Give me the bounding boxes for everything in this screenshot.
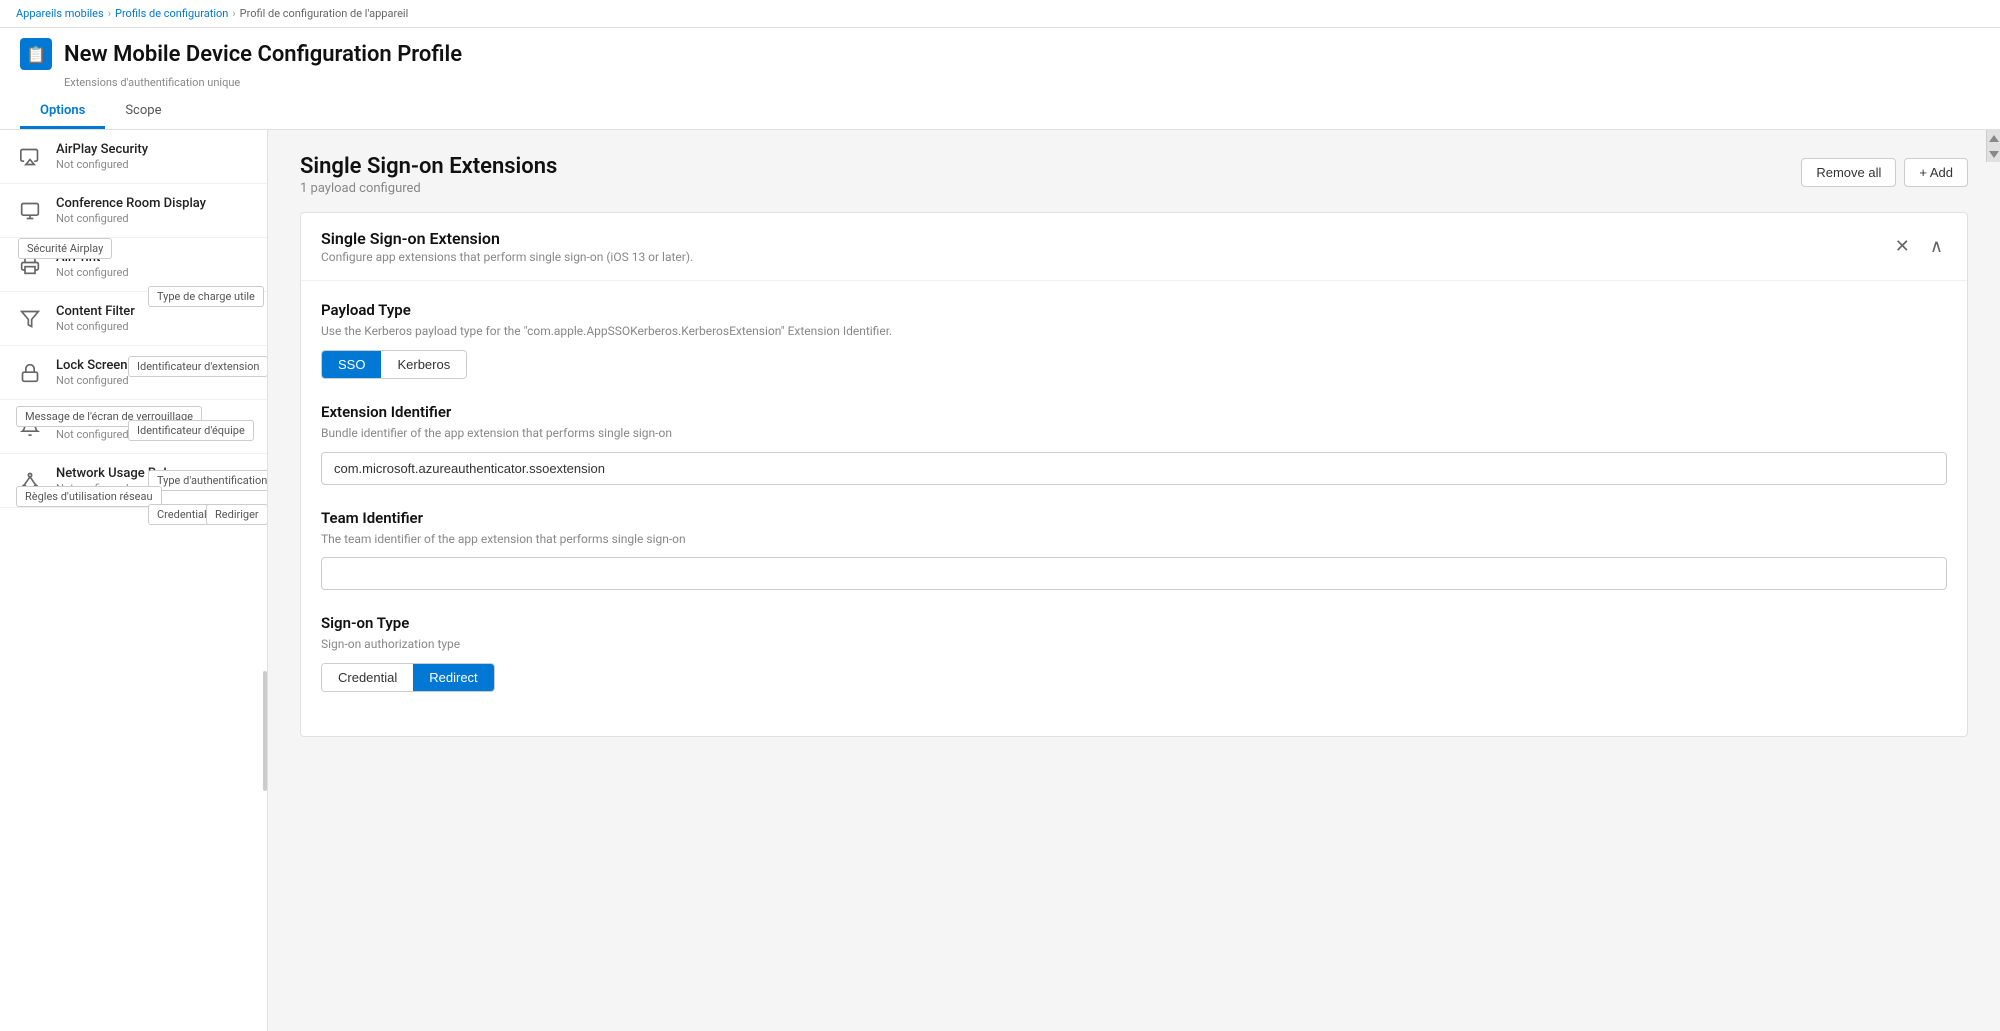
team-identifier-label: Team Identifier bbox=[321, 509, 1947, 527]
sidebar-item-notifications[interactable]: Notifications Not configured bbox=[0, 400, 267, 454]
sidebar-scrollbar-thumb[interactable] bbox=[263, 671, 267, 791]
sso-extension-card: Single Sign-on Extension Configure app e… bbox=[300, 212, 1968, 737]
sidebar-item-content-airprint: AirPrint Not configured bbox=[56, 250, 251, 279]
extension-identifier-section: Extension Identifier Bundle identifier o… bbox=[321, 403, 1947, 485]
payload-type-label: Payload Type bbox=[321, 301, 1947, 319]
team-identifier-section: Team Identifier The team identifier of t… bbox=[321, 509, 1947, 591]
tab-options[interactable]: Options bbox=[20, 95, 105, 129]
sidebar-item-airprint[interactable]: AirPrint Not configured bbox=[0, 238, 267, 292]
breadcrumb-profils[interactable]: Profils de configuration bbox=[115, 7, 228, 20]
sidebar-label-notif: Notifications bbox=[56, 412, 251, 427]
sidebar-item-network[interactable]: Network Usage Rules Not configured bbox=[0, 454, 267, 508]
page-header: 📋 New Mobile Device Configuration Profil… bbox=[0, 28, 2000, 130]
sidebar: Sécurité Airplay Type de charge utile Id… bbox=[0, 130, 268, 1031]
sidebar-status-filter: Not configured bbox=[56, 320, 251, 333]
sidebar-item-conference[interactable]: Conference Room Display Not configured bbox=[0, 184, 267, 238]
lock-icon bbox=[16, 359, 44, 387]
payload-sso-button[interactable]: SSO bbox=[322, 351, 381, 378]
breadcrumb-current: Profil de configuration de l'appareil bbox=[240, 7, 409, 20]
bell-icon bbox=[16, 413, 44, 441]
breadcrumb-sep-2: › bbox=[232, 7, 235, 20]
tab-scope[interactable]: Scope bbox=[105, 95, 181, 129]
page-title: New Mobile Device Configuration Profile bbox=[64, 42, 462, 67]
team-identifier-description: The team identifier of the app extension… bbox=[321, 531, 1947, 548]
sidebar-label-filter: Content Filter bbox=[56, 304, 251, 319]
sidebar-label-airprint: AirPrint bbox=[56, 250, 251, 265]
card-title-group: Single Sign-on Extension Configure app e… bbox=[321, 229, 693, 264]
content-title: Single Sign-on Extensions bbox=[300, 154, 557, 179]
sidebar-status-airplay: Not configured bbox=[56, 158, 251, 171]
print-icon bbox=[16, 251, 44, 279]
tabs-row: Options Scope bbox=[20, 95, 1980, 129]
sidebar-item-lock-screen[interactable]: Lock Screen Message Not configured bbox=[0, 346, 267, 400]
sidebar-item-content-network: Network Usage Rules Not configured bbox=[56, 466, 251, 495]
card-title: Single Sign-on Extension bbox=[321, 229, 693, 248]
sidebar-label-airplay: AirPlay Security bbox=[56, 142, 251, 157]
card-collapse-button[interactable]: ∧ bbox=[1926, 232, 1947, 261]
remove-all-button[interactable]: Remove all bbox=[1801, 158, 1896, 187]
sidebar-item-content-filter[interactable]: Content Filter Not configured bbox=[0, 292, 267, 346]
filter-icon bbox=[16, 305, 44, 333]
page-icon: 📋 bbox=[20, 38, 52, 70]
section-breadcrumb: Extensions d'authentification unique bbox=[64, 76, 1980, 89]
credential-button[interactable]: Credential bbox=[322, 664, 413, 691]
sidebar-label-lock: Lock Screen Message bbox=[56, 358, 251, 373]
sign-on-type-label: Sign-on Type bbox=[321, 614, 1947, 632]
extension-identifier-input[interactable] bbox=[321, 452, 1947, 485]
add-button[interactable]: + Add bbox=[1904, 158, 1968, 187]
payload-type-toggle: SSO Kerberos bbox=[321, 350, 467, 379]
sidebar-item-content-filter-c: Content Filter Not configured bbox=[56, 304, 251, 333]
sidebar-status-airprint: Not configured bbox=[56, 266, 251, 279]
card-body: Payload Type Use the Kerberos payload ty… bbox=[301, 281, 1967, 736]
content-header: Single Sign-on Extensions 1 payload conf… bbox=[268, 130, 2000, 212]
team-identifier-input[interactable] bbox=[321, 557, 1947, 590]
sidebar-item-airplay-security[interactable]: AirPlay Security Not configured bbox=[0, 130, 267, 184]
display-icon bbox=[16, 197, 44, 225]
payload-type-description: Use the Kerberos payload type for the "c… bbox=[321, 323, 1947, 340]
content-title-group: Single Sign-on Extensions 1 payload conf… bbox=[300, 154, 557, 196]
redirect-button[interactable]: Redirect bbox=[413, 664, 493, 691]
extension-identifier-label: Extension Identifier bbox=[321, 403, 1947, 421]
sidebar-label-conference: Conference Room Display bbox=[56, 196, 251, 211]
scroll-bottom-arrow[interactable] bbox=[1986, 146, 2000, 162]
card-subtitle: Configure app extensions that perform si… bbox=[321, 250, 693, 264]
payload-type-section: Payload Type Use the Kerberos payload ty… bbox=[321, 301, 1947, 379]
sidebar-item-content-conference: Conference Room Display Not configured bbox=[56, 196, 251, 225]
breadcrumb: Appareils mobiles › Profils de configura… bbox=[0, 0, 2000, 28]
sidebar-status-conference: Not configured bbox=[56, 212, 251, 225]
sidebar-item-content-notif: Notifications Not configured bbox=[56, 412, 251, 441]
content-actions: Remove all + Add bbox=[1801, 158, 1968, 187]
sidebar-status-lock: Not configured bbox=[56, 374, 251, 387]
sidebar-item-content-lock: Lock Screen Message Not configured bbox=[56, 358, 251, 387]
sign-on-type-section: Sign-on Type Sign-on authorization type … bbox=[321, 614, 1947, 692]
sidebar-label-network: Network Usage Rules bbox=[56, 466, 251, 481]
content-subtitle: 1 payload configured bbox=[300, 181, 557, 196]
main-layout: Sécurité Airplay Type de charge utile Id… bbox=[0, 130, 2000, 1031]
sidebar-status-notif: Not configured bbox=[56, 428, 251, 441]
scroll-top-arrow[interactable] bbox=[1986, 130, 2000, 146]
breadcrumb-appareils[interactable]: Appareils mobiles bbox=[16, 7, 104, 20]
breadcrumb-sep-1: › bbox=[108, 7, 111, 20]
sign-on-type-toggle: Credential Redirect bbox=[321, 663, 495, 692]
main-content: Single Sign-on Extensions 1 payload conf… bbox=[268, 130, 2000, 1031]
payload-kerberos-button[interactable]: Kerberos bbox=[381, 351, 466, 378]
sidebar-status-network: Not configured bbox=[56, 482, 251, 495]
card-close-button[interactable]: ✕ bbox=[1891, 232, 1914, 261]
card-header: Single Sign-on Extension Configure app e… bbox=[301, 213, 1967, 281]
sidebar-item-content-airplay: AirPlay Security Not configured bbox=[56, 142, 251, 171]
airplay-icon bbox=[16, 143, 44, 171]
network-icon bbox=[16, 467, 44, 495]
sign-on-type-description: Sign-on authorization type bbox=[321, 636, 1947, 653]
extension-identifier-description: Bundle identifier of the app extension t… bbox=[321, 425, 1947, 442]
card-actions: ✕ ∧ bbox=[1891, 232, 1947, 261]
